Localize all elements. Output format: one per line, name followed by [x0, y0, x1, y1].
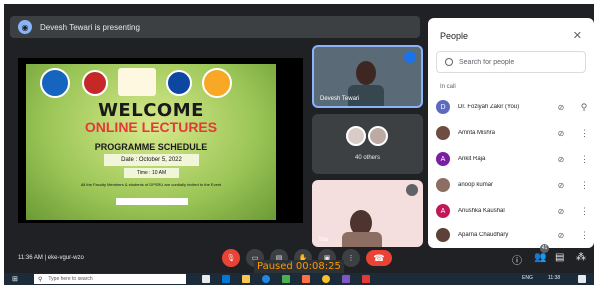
avatar: D	[436, 100, 450, 114]
close-icon[interactable]: ✕	[573, 29, 582, 42]
azadi-logo	[118, 68, 156, 96]
slide-schedule: PROGRAMME SCHEDULE	[94, 142, 208, 152]
app-icon[interactable]	[222, 275, 230, 283]
participant-name: Anushka Kaushal	[458, 208, 505, 214]
list-item[interactable]: A Anushka Kaushal ⊘ ⋮	[436, 202, 589, 220]
search-icon	[445, 58, 453, 66]
speaking-indicator-icon	[404, 51, 416, 63]
list-item[interactable]: anoop kumar ⊘ ⋮	[436, 176, 589, 194]
participant-name: Ankit Raja	[458, 156, 486, 162]
logo-5	[202, 68, 232, 98]
section-label: In call	[440, 84, 456, 90]
mic-toggle-button[interactable]: 🎙	[222, 249, 240, 267]
more-options-icon[interactable]: ⋮	[580, 181, 589, 190]
pin-icon[interactable]: ⚲	[580, 103, 588, 112]
list-item[interactable]: D Dr. Foziyah Zakir (You) ⊘ ⚲	[436, 98, 588, 116]
edge-icon[interactable]	[262, 275, 270, 283]
meet-window: ◉ Devesh Tewari is presenting WELCOME ON…	[4, 4, 594, 285]
chrome-icon[interactable]	[322, 275, 330, 283]
list-item[interactable]: Aparna Chaudhary ⊘ ⋮	[436, 226, 589, 244]
participant-name: Aparna Chaudhary	[458, 232, 509, 238]
more-options-icon[interactable]: ⋮	[580, 207, 589, 216]
list-item[interactable]: Amrita Mishra ⊘ ⋮	[436, 124, 589, 142]
avatar	[346, 126, 366, 146]
presenter-text: Devesh Tewari is presenting	[40, 22, 140, 32]
app-icon[interactable]	[282, 275, 290, 283]
tray-clock[interactable]: 11:38	[548, 275, 560, 281]
mic-off-icon: ⊘	[557, 128, 565, 138]
mic-off-icon	[406, 184, 418, 196]
avatar: A	[436, 204, 450, 218]
meeting-details-icon[interactable]: ⓘ	[512, 252, 522, 267]
slide-welcome: WELCOME	[98, 100, 204, 121]
tray-lang[interactable]: ENG	[522, 275, 533, 281]
slide-invite: All the Faculty Members & students of DP…	[80, 182, 222, 187]
logo-4	[166, 70, 192, 96]
more-options-icon[interactable]: ⋮	[580, 155, 589, 164]
mic-off-icon: ⊘	[557, 230, 565, 240]
more-options-icon[interactable]: ⋮	[580, 129, 589, 138]
activities-icon[interactable]: ⁂	[576, 252, 586, 263]
slide-link-box	[116, 198, 188, 205]
list-item[interactable]: A Ankit Raja ⊘ ⋮	[436, 150, 589, 168]
slide-date: Date : October 5, 2022	[104, 154, 199, 166]
self-body	[342, 232, 382, 247]
tile-presenter[interactable]: Devesh Tewari	[312, 45, 423, 108]
avatar	[436, 228, 450, 242]
others-count: 40 others	[354, 155, 381, 161]
taskview-icon[interactable]	[202, 275, 210, 283]
participant-name: anoop kumar	[458, 182, 494, 188]
slide-content: WELCOME ONLINE LECTURES PROGRAMME SCHEDU…	[26, 64, 276, 220]
participant-name: Amrita Mishra	[458, 130, 496, 136]
people-icon[interactable]: 👥	[534, 252, 546, 263]
mic-off-icon: ⊘	[557, 154, 565, 164]
avatar	[368, 126, 388, 146]
presenter-banner: ◉ Devesh Tewari is presenting	[10, 16, 420, 38]
avatar	[436, 178, 450, 192]
mic-off-icon: ⊘	[557, 102, 565, 112]
presenter-avatar: ◉	[18, 20, 32, 34]
presentation-slide: WELCOME ONLINE LECTURES PROGRAMME SCHEDU…	[18, 58, 303, 223]
chat-icon[interactable]: ▤	[555, 252, 564, 263]
app-icon[interactable]	[362, 275, 370, 283]
slide-time: Time : 10 AM	[124, 168, 179, 178]
notifications-icon[interactable]	[578, 275, 586, 283]
search-icon: ⚲	[38, 276, 43, 283]
tile-presenter-label: Devesh Tewari	[320, 96, 360, 102]
logo-2	[82, 70, 108, 96]
leave-call-button[interactable]: ☎	[366, 250, 392, 266]
participant-video	[356, 61, 376, 85]
logo-1	[40, 68, 70, 98]
taskbar-search-text: Type here to search	[48, 276, 93, 282]
taskbar-search[interactable]: ⚲ Type here to search	[34, 274, 186, 284]
app-icon[interactable]	[342, 275, 350, 283]
panel-title: People	[440, 31, 469, 41]
search-input[interactable]	[459, 58, 579, 66]
more-options-button[interactable]: ⋮	[342, 249, 360, 267]
files-icon[interactable]	[242, 275, 250, 283]
more-options-icon[interactable]: ⋮	[580, 231, 589, 240]
participants-badge: 41	[540, 244, 549, 253]
tile-self-label: You	[318, 237, 329, 243]
search-field[interactable]	[436, 51, 586, 73]
windows-start-icon[interactable]: ⊞	[12, 276, 19, 283]
people-panel: People ✕ In call D Dr. Foziyah Zakir (Yo…	[428, 18, 594, 248]
meeting-info: 11:36 AM | eke-vgur-wzo	[18, 255, 84, 261]
app-icon[interactable]	[302, 275, 310, 283]
mic-off-icon: ⊘	[557, 206, 565, 216]
tile-others[interactable]: 40 others	[312, 114, 423, 174]
avatar: A	[436, 152, 450, 166]
mic-off-icon: ⊘	[557, 180, 565, 190]
participant-name: Dr. Foziyah Zakir (You)	[458, 104, 520, 110]
recording-paused-overlay: Paused 00:08:25	[254, 260, 344, 273]
slide-online-lectures: ONLINE LECTURES	[84, 119, 218, 135]
tile-self[interactable]: You	[312, 180, 423, 247]
avatar	[436, 126, 450, 140]
